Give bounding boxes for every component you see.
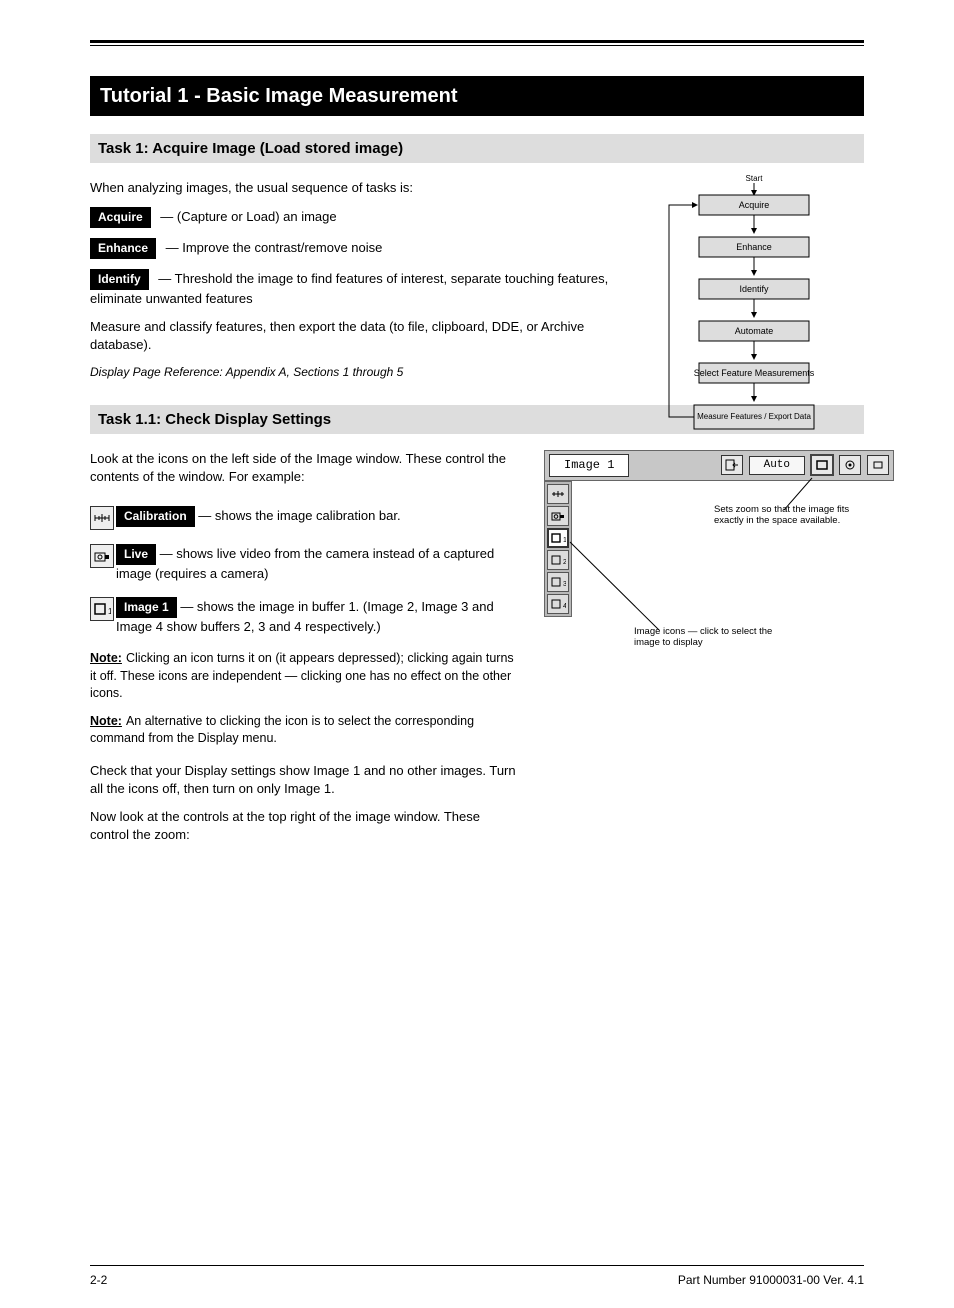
task-flowchart: Start Acquire Enhance Identify Automate Sele… bbox=[634, 173, 834, 438]
tool-image3-icon[interactable]: 3 bbox=[547, 572, 569, 592]
svg-text:Select Feature Measurements: Select Feature Measurements bbox=[694, 368, 815, 378]
tutorial-banner: Tutorial 1 - Basic Image Measurement bbox=[90, 76, 864, 116]
task1-1-intro: Look at the icons on the left side of th… bbox=[90, 450, 520, 486]
note-2-text: An alternative to clicking the icon is t… bbox=[90, 714, 474, 746]
svg-text:Measure Features / Export Data: Measure Features / Export Data bbox=[697, 412, 811, 421]
note-1-text: Clicking an icon turns it on (it appears… bbox=[90, 651, 514, 700]
calibration-text: — shows the image calibration bar. bbox=[195, 508, 401, 523]
zoom-intro: Now look at the controls at the top righ… bbox=[90, 808, 520, 844]
task1-intro: When analyzing images, the usual sequenc… bbox=[90, 179, 620, 197]
svg-text:4: 4 bbox=[563, 603, 566, 610]
tool-image4-icon[interactable]: 4 bbox=[547, 594, 569, 614]
icon-row-live: Live — shows live video from the camera … bbox=[90, 544, 520, 583]
toolbar-auto-button[interactable]: Auto bbox=[749, 456, 805, 475]
task1-ref: Display Page Reference: Appendix A, Sect… bbox=[90, 364, 620, 381]
def-identify-text: — Threshold the image to find features o… bbox=[90, 271, 608, 306]
def-enhance-label: Enhance bbox=[90, 238, 156, 259]
svg-text:Identify: Identify bbox=[739, 284, 769, 294]
note-2: Note:An alternative to clicking the icon… bbox=[90, 713, 520, 748]
fc-start: Start bbox=[746, 174, 764, 183]
task1-outro: Measure and classify features, then expo… bbox=[90, 318, 620, 354]
icon-row-image1: 1 Image 1 — shows the image in buffer 1.… bbox=[90, 597, 520, 636]
calibration-icon bbox=[90, 506, 114, 530]
tool-live-icon[interactable] bbox=[547, 506, 569, 526]
toolbar-zoom-out-icon[interactable] bbox=[867, 455, 889, 475]
tool-calibration-icon[interactable] bbox=[547, 484, 569, 504]
def-acquire-text: — (Capture or Load) an image bbox=[157, 209, 337, 224]
def-identify: Identify — Threshold the image to find f… bbox=[90, 269, 620, 308]
callout-image-icons: Image icons — click to select the image … bbox=[634, 626, 784, 649]
doc-id: Part Number 91000031-00 Ver. 4.1 bbox=[678, 1272, 864, 1289]
task1-heading: Task 1: Acquire Image (Load stored image… bbox=[90, 134, 864, 163]
page-number: 2-2 bbox=[90, 1272, 107, 1289]
task1-section: When analyzing images, the usual sequenc… bbox=[90, 179, 864, 381]
note-1: Note:Clicking an icon turns it on (it ap… bbox=[90, 650, 520, 703]
tool-image2-icon[interactable]: 2 bbox=[547, 550, 569, 570]
svg-text:2: 2 bbox=[563, 559, 566, 566]
image-sidebar-tools: 1 2 3 4 bbox=[544, 481, 572, 617]
svg-text:Automate: Automate bbox=[735, 326, 774, 336]
note-2-label: Note: bbox=[90, 714, 122, 728]
toolbar-image-label[interactable]: Image 1 bbox=[549, 454, 629, 477]
def-enhance: Enhance — Improve the contrast/remove no… bbox=[90, 238, 620, 259]
toolbar-top: Image 1 Auto bbox=[544, 450, 894, 481]
toolbar-zoom-home-icon[interactable] bbox=[839, 455, 861, 475]
image1-label: Image 1 bbox=[116, 597, 177, 618]
def-acquire: Acquire — (Capture or Load) an image bbox=[90, 207, 620, 228]
svg-text:Enhance: Enhance bbox=[736, 242, 772, 252]
task1-1-section: Look at the icons on the left side of th… bbox=[90, 450, 864, 845]
live-text: — shows live video from the camera inste… bbox=[116, 546, 494, 581]
note-1-label: Note: bbox=[90, 651, 122, 665]
def-acquire-label: Acquire bbox=[90, 207, 151, 228]
footer-rule bbox=[90, 1265, 864, 1272]
page-top-rule bbox=[90, 40, 864, 46]
svg-text:3: 3 bbox=[563, 581, 566, 588]
callout-zoom-fit: Sets zoom so that the image fits exactly… bbox=[714, 504, 874, 527]
page-footer: 2-2 Part Number 91000031-00 Ver. 4.1 bbox=[90, 1272, 864, 1289]
svg-text:1: 1 bbox=[563, 537, 566, 544]
live-label: Live bbox=[116, 544, 156, 565]
check-display: Check that your Display settings show Im… bbox=[90, 762, 520, 798]
tool-image1-icon[interactable]: 1 bbox=[547, 528, 569, 548]
svg-text:1: 1 bbox=[108, 607, 111, 616]
image1-icon: 1 bbox=[90, 597, 114, 621]
def-enhance-text: — Improve the contrast/remove noise bbox=[162, 240, 382, 255]
toolbar-fit-left-icon[interactable] bbox=[721, 455, 743, 475]
toolbar-figure: Image 1 Auto bbox=[544, 450, 894, 617]
camera-icon bbox=[90, 544, 114, 568]
calibration-label: Calibration bbox=[116, 506, 195, 527]
def-identify-label: Identify bbox=[90, 269, 149, 290]
svg-text:Acquire: Acquire bbox=[739, 200, 770, 210]
icon-row-calibration: Calibration — shows the image calibratio… bbox=[90, 506, 520, 530]
toolbar-zoom-fit-icon[interactable] bbox=[811, 455, 833, 475]
